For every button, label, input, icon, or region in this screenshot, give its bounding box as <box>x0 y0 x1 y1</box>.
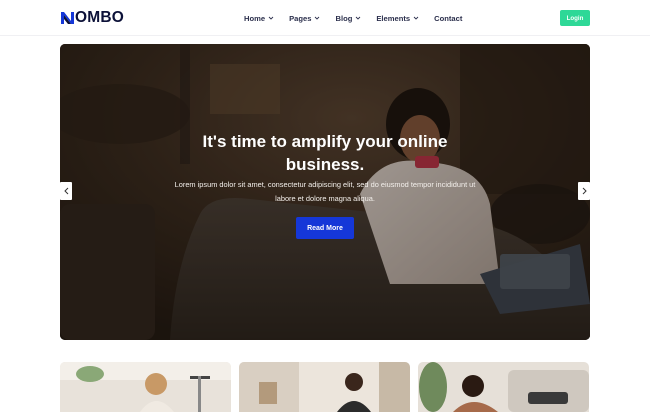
chevron-left-icon <box>63 187 68 195</box>
card-image <box>418 362 589 412</box>
chevron-right-icon <box>582 187 587 195</box>
nav-item-label: Blog <box>335 13 353 23</box>
login-button[interactable]: Login <box>560 10 590 26</box>
nav-item-label: Home <box>244 13 266 23</box>
hero-text: Lorem ipsum dolor sit amet, consectetur … <box>174 180 476 203</box>
hero-title: It's time to amplify your online busines… <box>202 132 448 174</box>
feature-card-image-1[interactable] <box>60 362 231 412</box>
logo-mark-icon <box>61 12 74 24</box>
card-image <box>239 362 410 412</box>
chevron-down-icon <box>413 16 419 20</box>
nav-item-elements[interactable]: Elements <box>376 12 419 24</box>
feature-card-image-2[interactable] <box>239 362 410 412</box>
nav-item-pages[interactable]: Pages <box>289 12 320 24</box>
nav-item-label: Contact <box>434 13 463 23</box>
slider-prev-button[interactable] <box>60 182 72 200</box>
nav-item-label: Pages <box>289 13 312 23</box>
site-header: OMBO Home Pages Blog Elements Contact Lo… <box>0 0 650 36</box>
card-image <box>60 362 231 412</box>
nav-item-contact[interactable]: Contact <box>434 12 462 24</box>
nav-item-label: Elements <box>376 13 411 23</box>
logo[interactable]: OMBO <box>60 9 124 27</box>
main-nav: Home Pages Blog Elements Contact <box>244 12 462 24</box>
slider-next-button[interactable] <box>578 182 590 200</box>
chevron-down-icon <box>268 16 274 20</box>
nav-item-blog[interactable]: Blog <box>335 12 361 24</box>
nav-item-home[interactable]: Home <box>244 12 274 24</box>
feature-card-image-3[interactable] <box>418 362 589 412</box>
hero-slider: It's time to amplify your online busines… <box>60 44 590 340</box>
chevron-down-icon <box>315 16 320 20</box>
logo-text: OMBO <box>75 9 125 26</box>
read-more-button[interactable]: Read More <box>296 217 354 239</box>
chevron-down-icon <box>356 16 361 20</box>
